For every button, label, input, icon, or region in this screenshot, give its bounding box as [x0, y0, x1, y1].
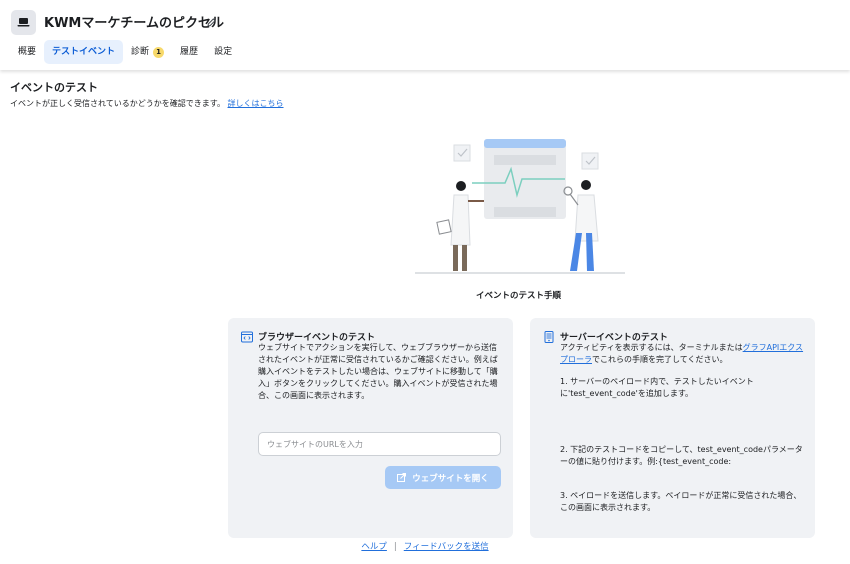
- tab-settings[interactable]: 設定: [206, 40, 240, 64]
- tab-label: 履歴: [180, 47, 199, 57]
- test-events-illustration: [415, 139, 625, 274]
- description-text: イベントが正しく受信されているかどうかを確認できます。: [10, 99, 225, 108]
- tab-label: 概要: [18, 47, 37, 57]
- server-icon: [544, 331, 554, 343]
- tab-label: 診断: [131, 47, 150, 57]
- intro-text: アクティビティを表示するには、ターミナルまたは: [560, 343, 743, 352]
- open-website-label: ウェブサイトを開く: [412, 473, 489, 484]
- pixel-title: KWMマーケチームのピクセル: [44, 16, 224, 31]
- tab-overview[interactable]: 概要: [10, 40, 44, 64]
- footer: ヘルプ | フィードバックを送信: [0, 540, 850, 552]
- send-feedback-link[interactable]: フィードバックを送信: [404, 542, 489, 552]
- server-event-card: サーバーイベントのテスト アクティビティを表示するには、ターミナルまたはグラフA…: [530, 318, 815, 538]
- server-step-1: 1. サーバーのペイロード内で、テストしたいイベントに'test_event_c…: [560, 377, 754, 398]
- illustration-caption: イベントのテスト手順: [476, 291, 562, 301]
- section-description: イベントが正しく受信されているかどうかを確認できます。 詳しくはこちら: [10, 98, 284, 109]
- pencil-icon[interactable]: [206, 13, 217, 32]
- footer-separator: |: [393, 542, 397, 552]
- help-link[interactable]: ヘルプ: [361, 542, 387, 552]
- browser-event-card: ブラウザーイベントのテスト ウェブサイトでアクションを実行して、ウェブブラウザー…: [228, 318, 513, 538]
- browser-code-icon: [241, 331, 253, 343]
- external-link-icon: [397, 473, 407, 482]
- browser-card-text: ウェブサイトでアクションを実行して、ウェブブラウザーから送信されたイベントが正常…: [258, 343, 498, 400]
- diagnostics-badge: 1: [153, 46, 165, 58]
- tab-test-events[interactable]: テストイベント: [44, 40, 124, 64]
- server-step-2: 2. 下記のテストコードをコピーして、test_event_codeパラメーター…: [560, 445, 803, 466]
- intro-text: でこれらの手順を完了してください。: [592, 355, 728, 364]
- section-title: イベントのテスト: [10, 81, 98, 94]
- tab-history[interactable]: 履歴: [172, 40, 206, 64]
- tab-bar: 概要 テストイベント 診断 1 履歴 設定: [10, 40, 240, 64]
- server-step-3: 3. ペイロードを送信します。ペイロードが正常に受信された場合、この画面に表示さ…: [560, 491, 802, 512]
- tab-label: テストイベント: [52, 47, 116, 57]
- open-website-button[interactable]: ウェブサイトを開く: [385, 466, 501, 489]
- learn-more-link[interactable]: 詳しくはこちら: [228, 99, 284, 108]
- tab-diagnostics[interactable]: 診断 1: [123, 40, 172, 64]
- tab-label: 設定: [214, 47, 233, 57]
- website-url-input[interactable]: [258, 432, 501, 456]
- laptop-icon: [11, 10, 36, 35]
- server-card-intro: アクティビティを表示するには、ターミナルまたはグラフAPIエクスプローラでこれら…: [560, 342, 805, 366]
- page-header: KWMマーケチームのピクセル 概要 テストイベント 診断 1 履歴 設定: [0, 0, 850, 70]
